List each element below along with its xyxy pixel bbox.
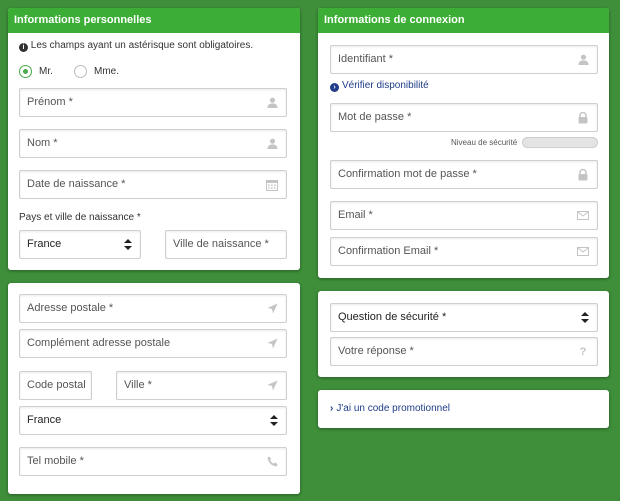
mobile-placeholder: Tel mobile * bbox=[27, 455, 84, 467]
check-availability-link[interactable]: › Vérifier disponibilité bbox=[330, 80, 429, 92]
security-panel: Question de sécurité * Votre réponse * ? bbox=[318, 291, 609, 377]
location-arrow-icon bbox=[258, 372, 286, 399]
promo-code-link[interactable]: › J'ai un code promotionnel bbox=[330, 403, 450, 414]
address-complement-placeholder: Complément adresse postale bbox=[27, 337, 171, 349]
security-question-value: Question de sécurité * bbox=[338, 311, 447, 323]
address-complement-input[interactable]: Complément adresse postale bbox=[19, 329, 287, 358]
lock-icon bbox=[569, 104, 597, 131]
user-icon bbox=[258, 130, 286, 157]
user-icon bbox=[258, 89, 286, 116]
security-question-select[interactable]: Question de sécurité * bbox=[330, 303, 598, 332]
birth-country-value: France bbox=[27, 238, 62, 250]
city-input[interactable]: Ville * bbox=[116, 371, 287, 400]
promo-panel: › J'ai un code promotionnel bbox=[318, 390, 609, 428]
required-note: i Les champs ayant un astérisque sont ob… bbox=[19, 40, 253, 52]
location-arrow-icon bbox=[258, 330, 286, 357]
select-arrows-icon bbox=[124, 239, 132, 250]
country-value: France bbox=[27, 414, 62, 426]
email-input[interactable]: Email * bbox=[330, 201, 598, 230]
user-icon bbox=[569, 46, 597, 73]
street-placeholder: Adresse postale * bbox=[27, 302, 114, 314]
postcode-input[interactable]: Code postal bbox=[19, 371, 92, 400]
birth-place-label: Pays et ville de naissance * bbox=[19, 212, 141, 223]
username-placeholder: Identifiant * bbox=[338, 53, 394, 65]
radio-mme-label: Mme. bbox=[94, 66, 119, 77]
city-placeholder: Ville * bbox=[124, 379, 152, 391]
lock-icon bbox=[569, 161, 597, 188]
chevron-right-icon: › bbox=[330, 403, 334, 414]
password-input[interactable]: Mot de passe * bbox=[330, 103, 598, 132]
street-input[interactable]: Adresse postale * bbox=[19, 294, 287, 323]
password-strength-bar bbox=[522, 137, 598, 148]
strength-label: Niveau de sécurité bbox=[451, 138, 518, 147]
lastname-input[interactable]: Nom * bbox=[19, 129, 287, 158]
login-info-title: Informations de connexion bbox=[318, 8, 609, 33]
select-arrows-icon bbox=[270, 415, 278, 426]
country-select[interactable]: France bbox=[19, 406, 287, 435]
question-icon: ? bbox=[579, 345, 587, 358]
birthdate-input[interactable]: Date de naissance * bbox=[19, 170, 287, 199]
security-answer-placeholder: Votre réponse * bbox=[338, 345, 414, 357]
envelope-icon bbox=[569, 202, 597, 229]
email-confirm-input[interactable]: Confirmation Email * bbox=[330, 237, 598, 266]
username-input[interactable]: Identifiant * bbox=[330, 45, 598, 74]
firstname-placeholder: Prénom * bbox=[27, 96, 73, 108]
radio-mme[interactable] bbox=[74, 65, 87, 78]
email-confirm-placeholder: Confirmation Email * bbox=[338, 245, 439, 257]
firstname-input[interactable]: Prénom * bbox=[19, 88, 287, 117]
calendar-icon[interactable] bbox=[258, 171, 286, 198]
phone-icon bbox=[258, 448, 286, 475]
birthdate-placeholder: Date de naissance * bbox=[27, 178, 126, 190]
address-panel: Adresse postale * Complément adresse pos… bbox=[8, 283, 300, 494]
postcode-placeholder: Code postal bbox=[27, 379, 86, 391]
birth-country-select[interactable]: France bbox=[19, 230, 141, 259]
security-answer-input[interactable]: Votre réponse * ? bbox=[330, 337, 598, 366]
password-placeholder: Mot de passe * bbox=[338, 111, 412, 123]
envelope-icon bbox=[569, 238, 597, 265]
login-info-panel: Informations de connexion Identifiant * … bbox=[318, 8, 609, 278]
password-confirm-input[interactable]: Confirmation mot de passe * bbox=[330, 160, 598, 189]
personal-info-title: Informations personnelles bbox=[8, 8, 300, 33]
radio-mr[interactable] bbox=[19, 65, 32, 78]
mobile-input[interactable]: Tel mobile * bbox=[19, 447, 287, 476]
birth-city-input[interactable]: Ville de naissance * bbox=[165, 230, 287, 259]
password-confirm-placeholder: Confirmation mot de passe * bbox=[338, 168, 477, 180]
email-placeholder: Email * bbox=[338, 209, 373, 221]
birth-city-placeholder: Ville de naissance * bbox=[173, 238, 269, 250]
select-arrows-icon bbox=[581, 312, 589, 323]
info-icon: i bbox=[19, 43, 28, 52]
chevron-right-icon: › bbox=[330, 83, 339, 92]
personal-info-panel: Informations personnelles i Les champs a… bbox=[8, 8, 300, 270]
lastname-placeholder: Nom * bbox=[27, 137, 58, 149]
radio-mr-label: Mr. bbox=[39, 66, 53, 77]
location-arrow-icon bbox=[258, 295, 286, 322]
